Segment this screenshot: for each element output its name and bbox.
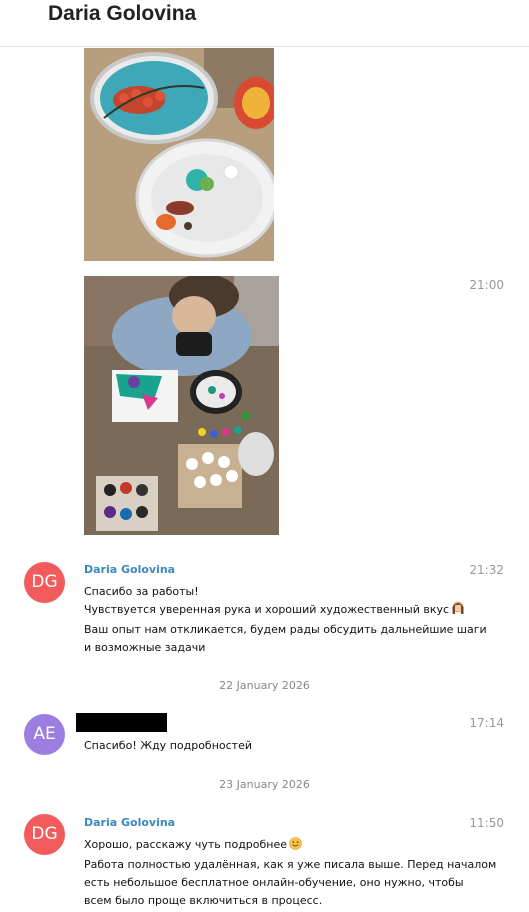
message-text: Спасибо за работы! Чувствуется уверенная… (84, 583, 514, 657)
avatar[interactable]: AE (24, 714, 65, 755)
message-text: Хорошо, расскажу чуть подробнее Работа п… (84, 836, 514, 910)
message-timestamp: 11:50 (469, 816, 504, 830)
message-line: Спасибо за работы! (84, 585, 199, 598)
message-line: Чувствуется уверенная рука и хороший худ… (84, 601, 514, 621)
message-line: всем было проще включиться в процесс. (84, 894, 323, 907)
message-line: Ваш опыт нам откликается, будем рады обс… (84, 623, 487, 636)
message-timestamp: 17:14 (469, 716, 504, 730)
message-text: Спасибо! Жду подробностей (84, 737, 514, 755)
message-line: Спасибо! Жду подробностей (84, 739, 253, 752)
avatar[interactable]: DG (24, 562, 65, 603)
message-line: Хорошо, расскажу чуть подробнее (84, 836, 514, 856)
woman-facepalm-emoji (451, 601, 465, 621)
message-timestamp: 21:32 (469, 563, 504, 577)
date-separator: 22 January 2026 (219, 679, 310, 692)
girl-painting-photo[interactable] (84, 276, 279, 535)
sender-name[interactable]: Daria Golovina (84, 563, 175, 576)
chat-header: Daria Golovina (0, 0, 529, 47)
date-separator: 23 January 2026 (219, 778, 310, 791)
photo-timestamp: 21:00 (469, 278, 504, 292)
message-line: есть небольшое бесплатное онлайн-обучени… (84, 876, 464, 889)
message-line: и возможные задачи (84, 641, 206, 654)
chat-title[interactable]: Daria Golovina (48, 2, 196, 26)
painted-plate-photo[interactable] (84, 48, 274, 261)
smiling-face-emoji (289, 837, 302, 856)
redacted-sender-name (76, 713, 167, 732)
avatar[interactable]: DG (24, 814, 65, 855)
sender-name[interactable]: Daria Golovina (84, 816, 175, 829)
message-line: Работа полностью удалённая, как я уже пи… (84, 858, 497, 871)
